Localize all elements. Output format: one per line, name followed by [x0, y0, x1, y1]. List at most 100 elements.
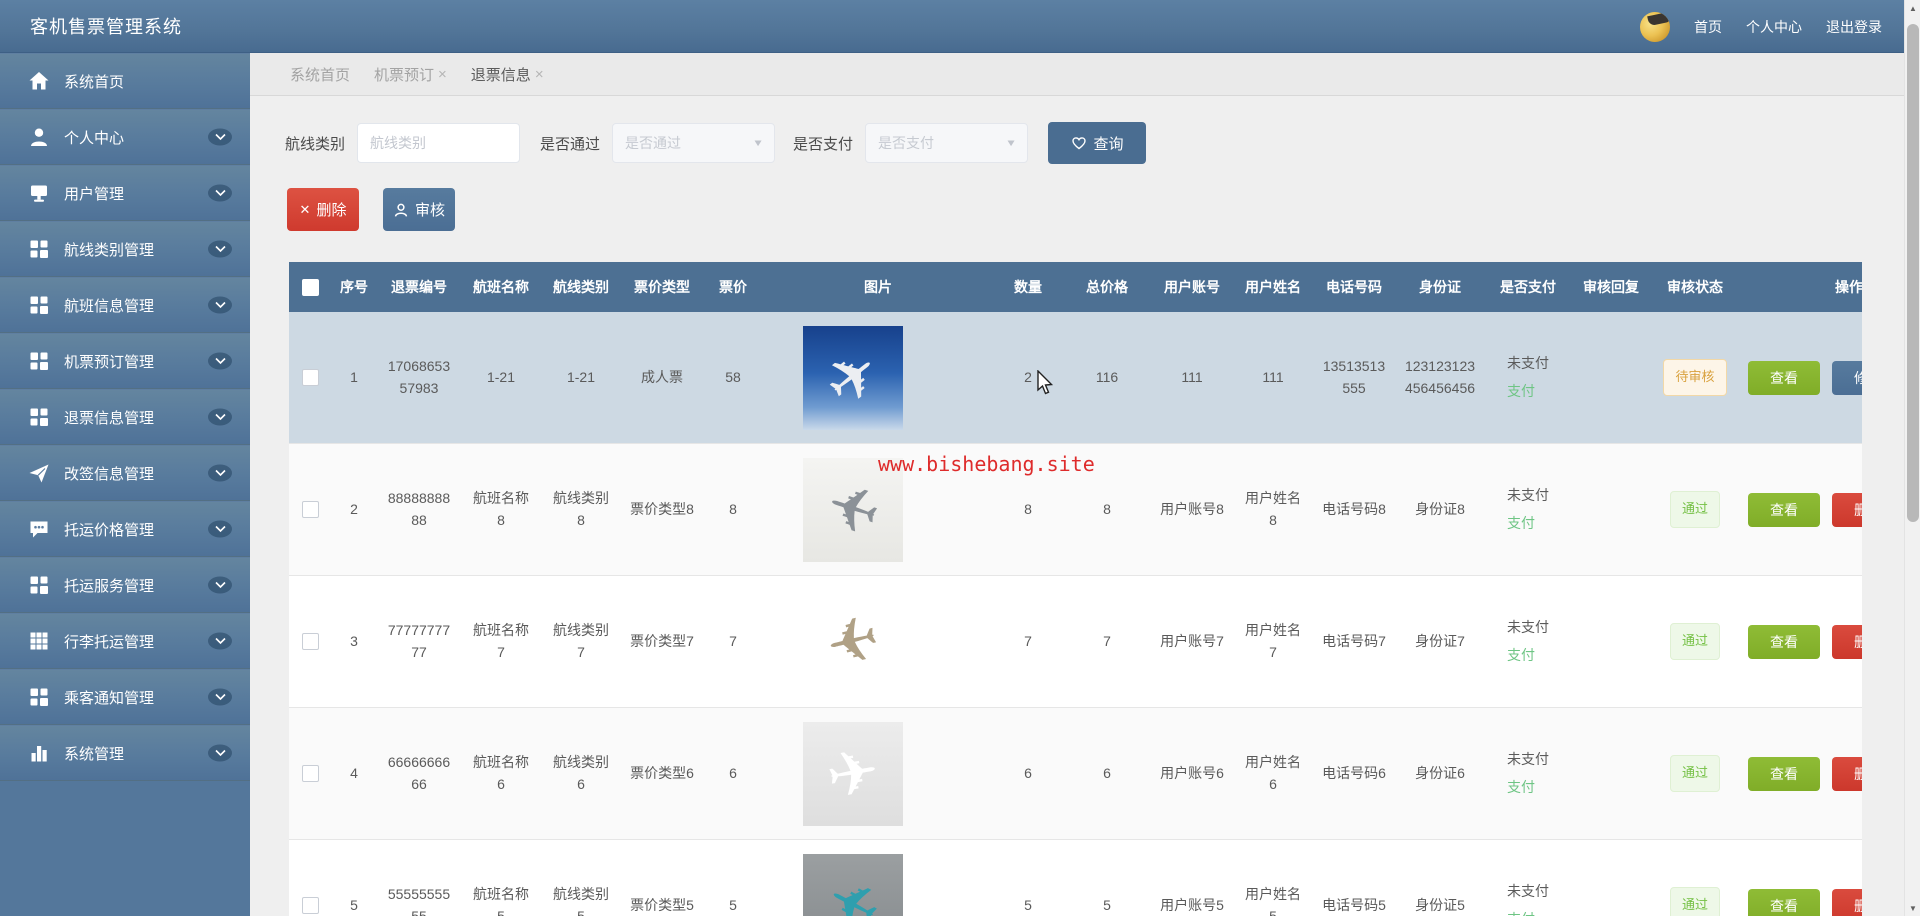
query-button[interactable]: 查询: [1048, 122, 1147, 164]
scroll-down-arrow-icon[interactable]: ▼: [1905, 900, 1920, 916]
user-avatar[interactable]: [1640, 11, 1670, 42]
table-row: 5 5555555555 航班名称5 航线类别5 票价类型5 5 ✈ 5 5 用户账号5 用户姓名5…: [289, 840, 1862, 916]
cell-user-name: 用户姓名8: [1245, 489, 1301, 528]
view-button[interactable]: 查看: [1748, 624, 1820, 659]
sidebar-item-1[interactable]: 系统首页: [0, 53, 250, 109]
cell-route-category: 航线类别6: [553, 753, 609, 792]
delete-button[interactable]: 删除: [1832, 888, 1862, 916]
app-title: 客机售票管理系统: [30, 17, 182, 37]
teal-plane-image[interactable]: ✈: [803, 853, 903, 916]
cell-quantity: 8: [1024, 500, 1032, 517]
cell-pay-status: 未支付支付: [1485, 485, 1571, 534]
cell-audit-status: 通过: [1651, 755, 1739, 792]
delete-button-label: 删除: [316, 202, 347, 219]
cell-id-card: 身份证5: [1415, 896, 1465, 913]
sidebar-item-6[interactable]: 机票预订管理: [0, 333, 250, 389]
sidebar-item-11[interactable]: 行李托运管理: [0, 613, 250, 669]
scroll-up-arrow-icon[interactable]: ▲: [1905, 0, 1920, 16]
audit-button[interactable]: 审核: [383, 188, 455, 231]
view-button[interactable]: 查看: [1748, 360, 1820, 395]
chevron-down-icon: [208, 464, 232, 482]
pay-link[interactable]: 支付: [1507, 381, 1549, 403]
vertical-scrollbar[interactable]: ▲ ▼: [1904, 0, 1920, 916]
chevron-down-icon: [208, 520, 232, 538]
row-checkbox[interactable]: [301, 501, 319, 518]
tab-2[interactable]: 机票预订 ×: [374, 64, 447, 85]
sidebar-item-8[interactable]: 改签信息管理: [0, 445, 250, 501]
pay-link[interactable]: 支付: [1507, 645, 1549, 667]
sidebar-item-label: 系统首页: [64, 73, 125, 91]
cell-seq: 3: [350, 632, 358, 649]
delete-button[interactable]: 删除: [1832, 756, 1862, 791]
sidebar-item-5[interactable]: 航班信息管理: [0, 277, 250, 333]
cell-fare-type: 票价类型6: [630, 764, 694, 781]
cell-operations: 查看删除: [1739, 888, 1862, 916]
scrollbar-thumb[interactable]: [1907, 24, 1919, 522]
cell-route-category: 航线类别5: [553, 885, 609, 916]
row-checkbox[interactable]: [301, 369, 319, 386]
view-button[interactable]: 查看: [1748, 756, 1820, 791]
bomber-plane-image[interactable]: ✈: [803, 589, 903, 694]
sidebar-item-7[interactable]: 退票信息管理: [0, 389, 250, 445]
pass-filter-label: 是否通过: [540, 135, 601, 153]
column-header: 票价类型: [634, 279, 690, 295]
row-checkbox[interactable]: [301, 633, 319, 650]
tab-label: 退票信息: [470, 66, 531, 84]
tab-3[interactable]: 退票信息 ×: [471, 64, 544, 85]
cell-pay-status: 未支付支付: [1485, 881, 1571, 916]
column-header: 操作: [1835, 279, 1862, 295]
blue-sky-airliner-image[interactable]: ✈: [803, 325, 903, 430]
cell-seq: 4: [350, 764, 358, 781]
chevron-down-icon: ▼: [1005, 137, 1018, 149]
airplane-icon: ✈: [809, 332, 896, 422]
sidebar-item-3[interactable]: 用户管理: [0, 165, 250, 221]
sidebar-item-9[interactable]: 托运价格管理: [0, 501, 250, 557]
cell-phone: 电话号码6: [1322, 764, 1386, 781]
select-all-column: [289, 278, 331, 296]
delete-button[interactable]: ✕ 删除: [287, 188, 359, 231]
status-badge: 通过: [1669, 623, 1720, 660]
nav-link-home[interactable]: 首页: [1694, 17, 1722, 37]
pay-filter-label: 是否支付: [793, 135, 854, 153]
row-checkbox[interactable]: [301, 897, 319, 914]
sidebar-item-label: 机票预订管理: [64, 353, 155, 371]
cell-total-price: 8: [1103, 500, 1111, 517]
sidebar: 系统首页个人中心 用户管理 航线类别管理 航班信息管理机票预订管理退票信息管理 改签信息…: [0, 53, 250, 916]
nav-link-logout[interactable]: 退出登录: [1826, 17, 1882, 37]
cell-user-account: 用户账号6: [1160, 764, 1224, 781]
pay-filter-select[interactable]: 是否支付 ▼: [865, 123, 1029, 163]
cell-phone: 电话号码5: [1322, 896, 1386, 913]
view-button[interactable]: 查看: [1748, 888, 1820, 916]
cell-total-price: 7: [1103, 632, 1111, 649]
delete-button[interactable]: 删除: [1832, 492, 1862, 527]
cell-refund-no: 1706865357983: [387, 357, 451, 396]
sidebar-item-2[interactable]: 个人中心: [0, 109, 250, 165]
nav-link-profile[interactable]: 个人中心: [1746, 17, 1802, 37]
cell-flight-name: 航班名称6: [473, 753, 529, 792]
white-model-plane-image[interactable]: ✈: [803, 721, 903, 826]
close-icon[interactable]: ×: [535, 66, 544, 83]
cell-user-name: 用户姓名7: [1245, 621, 1301, 660]
column-header: 航线类别: [553, 279, 609, 295]
row-checkbox[interactable]: [301, 765, 319, 782]
view-button[interactable]: 查看: [1748, 492, 1820, 527]
chevron-down-icon: [208, 576, 232, 594]
tab-1[interactable]: 系统首页: [290, 64, 350, 85]
pay-link[interactable]: 支付: [1507, 513, 1549, 535]
sidebar-item-13[interactable]: 系统管理: [0, 725, 250, 781]
sidebar-item-4[interactable]: 航线类别管理: [0, 221, 250, 277]
pay-link[interactable]: 支付: [1507, 777, 1549, 799]
cell-quantity: 7: [1024, 632, 1032, 649]
pay-link[interactable]: 支付: [1507, 909, 1549, 916]
edit-button[interactable]: 修改: [1832, 360, 1862, 395]
select-all-checkbox[interactable]: [301, 278, 319, 296]
close-icon[interactable]: ×: [438, 66, 447, 83]
sidebar-item-10[interactable]: 托运服务管理: [0, 557, 250, 613]
sidebar-item-12[interactable]: 乘客通知管理: [0, 669, 250, 725]
monitor-icon: [27, 181, 51, 205]
delete-button[interactable]: 删除: [1832, 624, 1862, 659]
route-filter-input[interactable]: [357, 123, 521, 163]
grid-icon: [27, 237, 51, 261]
column-header: 审核回复: [1583, 279, 1639, 295]
pass-filter-select[interactable]: 是否通过 ▼: [612, 123, 776, 163]
